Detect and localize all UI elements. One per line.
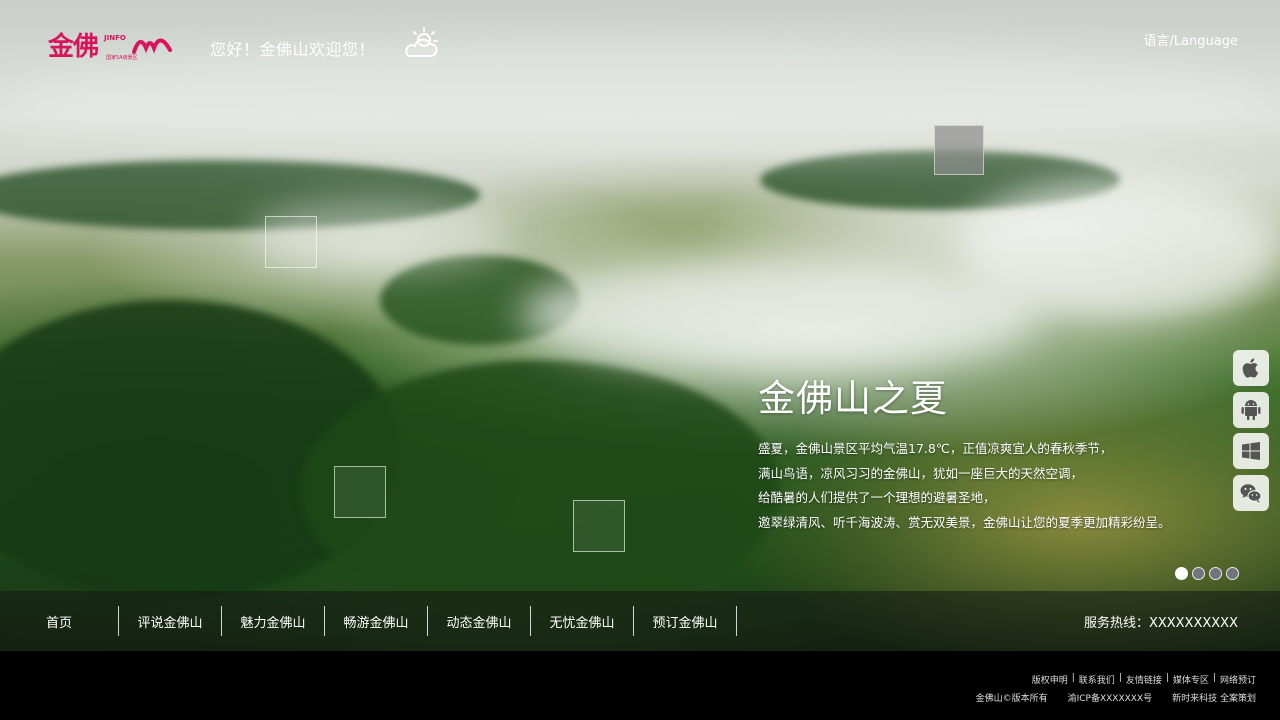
decor-square bbox=[934, 125, 984, 175]
footer-divider: | bbox=[1118, 673, 1122, 683]
mountain-logo-icon bbox=[132, 38, 172, 54]
slider-dot[interactable] bbox=[1209, 567, 1222, 580]
logo-tag: 国家5A级景区 bbox=[106, 55, 138, 61]
android-icon bbox=[1241, 399, 1261, 420]
nav-item-travel[interactable]: 畅游金佛山 bbox=[325, 591, 427, 651]
main-nav-bar: 首页 评说金佛山 魅力金佛山 畅游金佛山 动态金佛山 无忧金佛山 预订金佛山 服… bbox=[0, 591, 1280, 651]
feature-line: 满山鸟语，凉风习习的金佛山，犹如一座巨大的天然空调， bbox=[758, 465, 1084, 481]
site-logo[interactable]: 金佛 JINFO 国家5A级景区 bbox=[48, 26, 174, 64]
feature-line: 邀翠绿清风、听千海波涛、赏无双美景，金佛山让您的夏季更加精彩纷呈。 bbox=[758, 514, 1171, 530]
nav-item-reviews[interactable]: 评说金佛山 bbox=[119, 591, 221, 651]
slider-dot[interactable] bbox=[1192, 567, 1205, 580]
footer-divider: | bbox=[1212, 673, 1216, 683]
mist bbox=[960, 180, 1280, 320]
app-download-bar bbox=[1233, 350, 1269, 516]
greeting-text: 您好！金佛山欢迎您！ bbox=[210, 40, 376, 59]
copyright-text: 金佛山©版本所有 bbox=[975, 694, 1048, 704]
nav-item-home[interactable]: 首页 bbox=[0, 591, 118, 651]
partly-cloudy-icon bbox=[405, 27, 438, 57]
main-nav: 首页 评说金佛山 魅力金佛山 畅游金佛山 动态金佛山 无忧金佛山 预订金佛山 bbox=[0, 591, 737, 651]
decor-square bbox=[265, 216, 317, 268]
windows-app-button[interactable] bbox=[1233, 433, 1269, 469]
wechat-button[interactable] bbox=[1233, 474, 1269, 511]
windows-icon bbox=[1242, 442, 1260, 460]
slider-dot[interactable] bbox=[1175, 567, 1188, 580]
footer-info: 金佛山©版本所有 渝ICP备XXXXXXX号 新时来科技 全案策划 bbox=[956, 691, 1256, 704]
icp-number: 渝ICP备XXXXXXX号 bbox=[1067, 694, 1153, 704]
site-footer: 版权申明 | 联系我们 | 友情链接 | 媒体专区 | 网络预订 金佛山©版本所… bbox=[0, 651, 1280, 720]
feature-description: 盛夏，金佛山景区平均气温17.8℃，正值凉爽宜人的春秋季节， 满山鸟语，凉风习习… bbox=[758, 437, 1171, 535]
credit-text: 新时来科技 全案策划 bbox=[1172, 694, 1256, 704]
apple-app-button[interactable] bbox=[1233, 350, 1269, 386]
nav-item-charm[interactable]: 魅力金佛山 bbox=[222, 591, 324, 651]
feature-title: 金佛山之夏 bbox=[758, 377, 948, 420]
feature-line: 盛夏，金佛山景区平均气温17.8℃，正值凉爽宜人的春秋季节， bbox=[758, 441, 1113, 456]
footer-link-media[interactable]: 媒体专区 bbox=[1173, 673, 1209, 686]
footer-link-friends[interactable]: 友情链接 bbox=[1126, 673, 1162, 686]
footer-link-copyright[interactable]: 版权申明 bbox=[1032, 673, 1068, 686]
footer-link-contact[interactable]: 联系我们 bbox=[1079, 673, 1115, 686]
footer-divider: | bbox=[1071, 673, 1075, 683]
android-app-button[interactable] bbox=[1233, 391, 1269, 428]
apple-icon bbox=[1242, 358, 1259, 378]
hero-background bbox=[0, 0, 1280, 651]
footer-link-booking[interactable]: 网络预订 bbox=[1220, 673, 1256, 686]
footer-links: 版权申明 | 联系我们 | 友情链接 | 媒体专区 | 网络预订 bbox=[1032, 673, 1256, 686]
decor-square bbox=[573, 500, 625, 552]
mist bbox=[520, 260, 1040, 370]
wechat-icon bbox=[1240, 483, 1262, 503]
language-switch-link[interactable]: 语言/Language bbox=[1143, 30, 1238, 49]
sky-haze bbox=[0, 40, 1280, 160]
slider-dots bbox=[1175, 567, 1243, 580]
service-hotline: 服务热线：XXXXXXXXXX bbox=[1083, 616, 1238, 631]
feature-line: 给酷暑的人们提供了一个理想的避暑圣地， bbox=[758, 490, 996, 505]
nav-item-news[interactable]: 动态金佛山 bbox=[428, 591, 530, 651]
nav-item-booking[interactable]: 预订金佛山 bbox=[634, 591, 736, 651]
nav-divider bbox=[736, 606, 737, 636]
decor-square bbox=[334, 466, 386, 518]
slider-dot[interactable] bbox=[1226, 567, 1239, 580]
footer-divider: | bbox=[1165, 673, 1169, 683]
logo-sub: JINFO bbox=[104, 34, 126, 42]
nav-item-services[interactable]: 无忧金佛山 bbox=[531, 591, 633, 651]
logo-text: 金佛 bbox=[48, 32, 99, 62]
